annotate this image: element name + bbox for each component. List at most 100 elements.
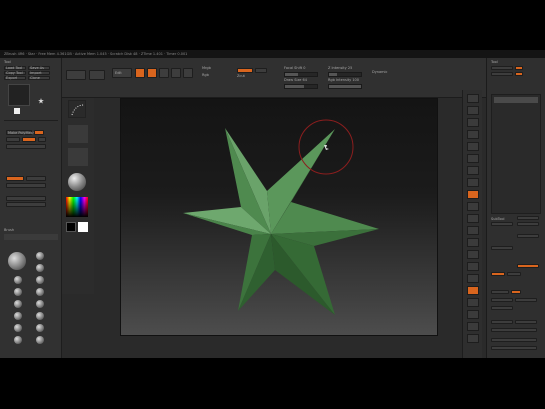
right-toggle-button-2[interactable] [515, 72, 523, 76]
move-button[interactable] [147, 68, 157, 78]
dynamic-button[interactable]: Dynamic [372, 70, 402, 75]
z-intensity-slider[interactable]: Z Intensity 25 [328, 66, 362, 71]
fibermesh-button[interactable] [517, 222, 539, 226]
brush-icon[interactable] [36, 312, 44, 320]
geometry-hd-button[interactable] [517, 234, 539, 238]
brush-icon[interactable] [14, 300, 22, 308]
document-canvas[interactable] [120, 98, 438, 336]
draw-size-track[interactable] [284, 84, 318, 89]
projection-master-button[interactable] [66, 70, 86, 80]
brush-icon[interactable] [36, 324, 44, 332]
star-mesh[interactable] [121, 99, 439, 337]
local-button[interactable] [467, 190, 479, 199]
bpr-button[interactable] [467, 94, 479, 103]
brush-icon[interactable] [14, 336, 22, 344]
displacement-map-button[interactable] [491, 328, 537, 332]
insert-button[interactable] [6, 202, 46, 207]
edit-button[interactable]: Edit [112, 68, 132, 78]
normal-map-button[interactable] [491, 338, 537, 342]
texture-map-button[interactable] [515, 320, 537, 324]
alpha-icon[interactable] [68, 125, 88, 143]
copy-tool-button[interactable]: Copy Tool [4, 71, 26, 75]
polypaint-button[interactable] [491, 306, 513, 310]
visible-button[interactable] [22, 137, 36, 142]
rgb-intensity-slider[interactable]: Rgb Intensity 100 [328, 78, 362, 83]
rgb-label[interactable]: Rgb [202, 73, 226, 78]
scroll-button[interactable] [467, 118, 479, 127]
material-sphere-icon[interactable] [68, 173, 86, 191]
main-color-swatch[interactable] [78, 222, 88, 232]
rotate-button[interactable] [171, 68, 181, 78]
goz-button[interactable] [34, 130, 44, 135]
star3d-button[interactable] [6, 176, 24, 181]
right-toggle-button[interactable] [515, 66, 523, 70]
frame-button[interactable] [467, 250, 479, 259]
make-polymesh-button[interactable]: Make PolyMesh3D [6, 130, 40, 135]
xyz-button[interactable] [467, 214, 479, 223]
surface-button[interactable] [517, 264, 539, 268]
aahalf-button[interactable] [467, 154, 479, 163]
mrgb-label[interactable]: Mrgb [202, 66, 226, 71]
zoom-button[interactable] [467, 130, 479, 139]
load-tool-right-button[interactable] [491, 66, 513, 70]
scale-view-button[interactable] [467, 274, 479, 283]
zsub-button[interactable] [255, 68, 267, 73]
brush-icon[interactable] [14, 276, 22, 284]
y-button[interactable] [467, 226, 479, 235]
brush-icon[interactable] [36, 300, 44, 308]
polygroups-button[interactable] [511, 290, 521, 294]
clone-button[interactable]: Clone [28, 76, 50, 80]
brush-icon[interactable] [36, 252, 44, 260]
r-button[interactable] [38, 137, 46, 142]
lsym-button[interactable] [467, 202, 479, 211]
masking-button[interactable] [507, 272, 521, 276]
zadd-button[interactable] [237, 68, 253, 73]
layers-button[interactable] [491, 222, 513, 226]
rgb-intensity-track[interactable] [328, 84, 362, 89]
contact-button[interactable] [491, 298, 513, 302]
color-picker-icon[interactable] [66, 197, 88, 217]
rotate-button-2[interactable] [183, 68, 193, 78]
geometry-button[interactable] [517, 216, 539, 220]
load-tool-button[interactable]: Load Tool [4, 66, 26, 70]
brush-icon[interactable] [36, 276, 44, 284]
save-as-button[interactable]: Save As [28, 66, 50, 70]
all-button[interactable] [6, 137, 20, 142]
zcut-label[interactable]: Zcut [237, 74, 277, 79]
subtool-list[interactable] [491, 94, 541, 214]
brush-icon[interactable] [36, 264, 44, 272]
z-intensity-track[interactable] [328, 72, 362, 77]
persp-button[interactable] [467, 166, 479, 175]
draw-button[interactable] [135, 68, 145, 78]
rotate-view-button[interactable] [467, 286, 479, 295]
scale-button[interactable] [159, 68, 169, 78]
actual-button[interactable] [467, 142, 479, 151]
polyf-button[interactable] [467, 298, 479, 307]
small-thumbnail-icon[interactable] [14, 108, 20, 114]
focal-shift-track[interactable] [284, 72, 318, 77]
brush-icon[interactable] [14, 288, 22, 296]
brush-icon[interactable] [14, 312, 22, 320]
subtool-dropdown[interactable] [26, 176, 46, 181]
solo-button[interactable] [467, 334, 479, 343]
stroke-icon[interactable] [68, 100, 86, 118]
brush-icon[interactable] [14, 324, 22, 332]
ghost-button[interactable] [467, 322, 479, 331]
morph-target-button[interactable] [515, 298, 537, 302]
preview-button[interactable] [491, 246, 513, 250]
tool-options-button[interactable] [6, 183, 46, 188]
import-button[interactable]: Import [28, 71, 50, 75]
tool-thumbnail[interactable] [8, 84, 30, 106]
deformation-button[interactable] [491, 272, 505, 276]
move-view-button[interactable] [467, 262, 479, 271]
copy-tool-right-button[interactable] [491, 72, 513, 76]
transp-button[interactable] [467, 310, 479, 319]
visibility-button[interactable] [491, 290, 509, 294]
subtool-item[interactable] [494, 97, 538, 103]
brush-icon[interactable] [36, 288, 44, 296]
floor-button[interactable] [467, 178, 479, 187]
secondary-color-swatch[interactable] [66, 222, 76, 232]
uv-map-button[interactable] [491, 320, 513, 324]
display-properties-button[interactable] [491, 346, 537, 350]
star-thumbnail-icon[interactable] [38, 98, 44, 104]
